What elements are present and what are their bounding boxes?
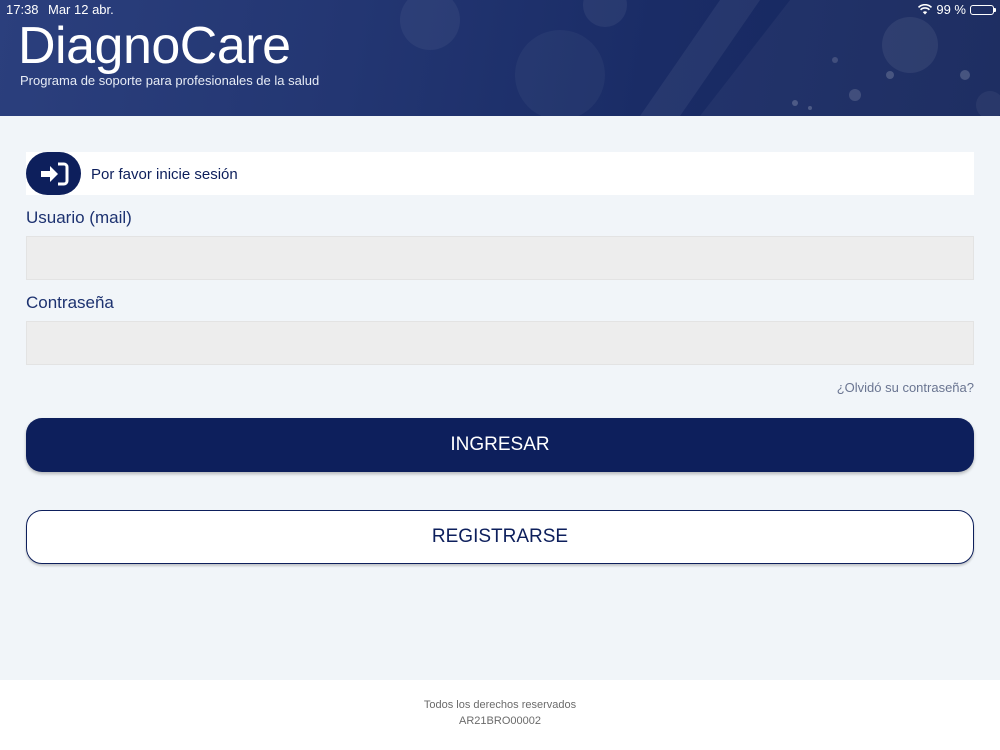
login-icon [26,152,81,195]
footer-code: AR21BRO00002 [459,715,541,727]
status-right: 99 % [918,2,996,17]
wifi-icon [918,4,933,15]
status-time: 17:38 [6,2,39,17]
status-date: Mar 12 abr. [48,2,114,17]
forgot-password-link[interactable]: ¿Olvidó su contraseña? [837,380,974,395]
brand-logo: DiagnoCare [18,17,291,75]
footer: Todos los derechos reservados AR21BRO000… [0,680,1000,750]
app-header: 17:38 Mar 12 abr. 99 % DiagnoCare Progra… [0,0,1000,116]
username-label: Usuario (mail) [26,208,132,227]
footer-rights: Todos los derechos reservados [423,699,577,711]
battery-icon [970,4,996,15]
login-button[interactable]: INGRESAR [26,418,974,472]
username-input[interactable] [26,236,974,280]
register-button[interactable]: REGISTRARSE [26,510,974,564]
login-notice: Por favor inicie sesión [26,152,974,195]
login-notice-text: Por favor inicie sesión [91,166,238,183]
password-label: Contraseña [26,293,114,312]
password-input[interactable] [26,321,974,365]
battery-percent: 99 % [936,2,966,17]
brand-tagline: Programa de soporte para profesionales d… [20,73,320,88]
